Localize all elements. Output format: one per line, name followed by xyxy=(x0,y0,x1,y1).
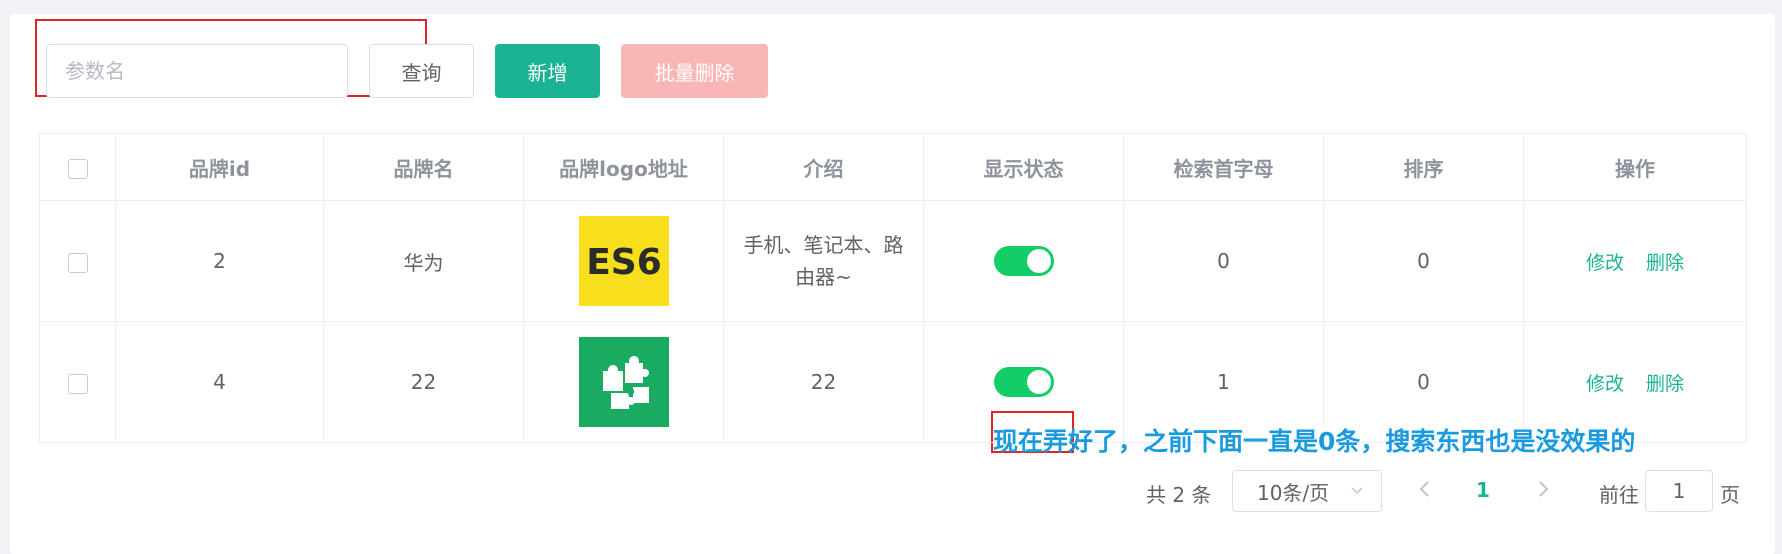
cell-id: 4 xyxy=(115,321,324,443)
next-page-icon[interactable] xyxy=(1533,477,1553,501)
row-checkbox[interactable] xyxy=(67,373,88,394)
cell-name: 22 xyxy=(323,321,524,443)
column-header-name: 品牌名 xyxy=(323,133,524,201)
goto-label: 前往 xyxy=(1599,483,1639,507)
row-select-cell xyxy=(39,321,116,443)
delete-link[interactable]: 删除 xyxy=(1646,252,1684,274)
select-all-cell xyxy=(39,133,116,201)
row-checkbox[interactable] xyxy=(67,252,88,273)
prev-page-icon[interactable] xyxy=(1415,477,1435,501)
page-unit-label: 页 xyxy=(1720,483,1740,507)
select-all-checkbox[interactable] xyxy=(67,158,88,179)
pagination-total: 共 2 条 xyxy=(1146,483,1212,507)
annotation-note: 现在弄好了，之前下面一直是0条，搜索东西也是没效果的 xyxy=(993,427,1636,456)
show-status-switch[interactable] xyxy=(993,246,1054,276)
bulk-delete-button[interactable]: 批量删除 xyxy=(621,44,768,98)
goto-page-input[interactable] xyxy=(1645,470,1713,512)
column-header-sort: 排序 xyxy=(1323,133,1524,201)
es6-logo-image: ES6 xyxy=(578,216,669,306)
brand-table: 品牌id 品牌名 品牌logo地址 介绍 显示状态 检索首字母 排序 操作 2 … xyxy=(39,133,1747,443)
svg-text:5: 5 xyxy=(626,383,635,399)
cell-logo: 5 xyxy=(523,321,724,443)
page-size-value: 10条/页 xyxy=(1257,480,1330,505)
search-input[interactable] xyxy=(46,44,348,98)
row-select-cell xyxy=(39,200,116,322)
column-header-show-status: 显示状态 xyxy=(923,133,1124,201)
chevron-down-icon xyxy=(1351,487,1363,495)
column-header-intro: 介绍 xyxy=(723,133,924,201)
show-status-switch[interactable] xyxy=(993,367,1054,397)
query-button[interactable]: 查询 xyxy=(369,44,474,98)
cell-id: 2 xyxy=(115,200,324,322)
page-size-select[interactable]: 10条/页 xyxy=(1232,470,1382,512)
edit-link[interactable]: 修改 xyxy=(1586,373,1624,395)
cell-logo: ES6 xyxy=(523,200,724,322)
cell-name: 华为 xyxy=(323,200,524,322)
table-header-row: 品牌id 品牌名 品牌logo地址 介绍 显示状态 检索首字母 排序 操作 xyxy=(39,133,1747,201)
cell-first-letter: 0 xyxy=(1123,200,1324,322)
delete-link[interactable]: 删除 xyxy=(1646,373,1684,395)
table-row: 2 华为 ES6 手机、笔记本、路由器~ 0 0 修改 删除 xyxy=(39,200,1747,322)
column-header-id: 品牌id xyxy=(115,133,324,201)
cell-sort: 0 xyxy=(1323,200,1524,322)
column-header-first-letter: 检索首字母 xyxy=(1123,133,1324,201)
column-header-actions: 操作 xyxy=(1523,133,1747,201)
logo-text: ES6 xyxy=(586,242,662,283)
cell-intro: 手机、笔记本、路由器~ xyxy=(723,200,924,322)
add-button[interactable]: 新增 xyxy=(495,44,600,98)
page-number-current[interactable]: 1 xyxy=(1476,478,1490,502)
edit-link[interactable]: 修改 xyxy=(1586,252,1624,274)
puzzle-logo-image: 5 xyxy=(578,337,669,427)
column-header-logo: 品牌logo地址 xyxy=(523,133,724,201)
cell-intro: 22 xyxy=(723,321,924,443)
cell-actions: 修改 删除 xyxy=(1523,200,1747,322)
cell-show-status xyxy=(923,200,1124,322)
